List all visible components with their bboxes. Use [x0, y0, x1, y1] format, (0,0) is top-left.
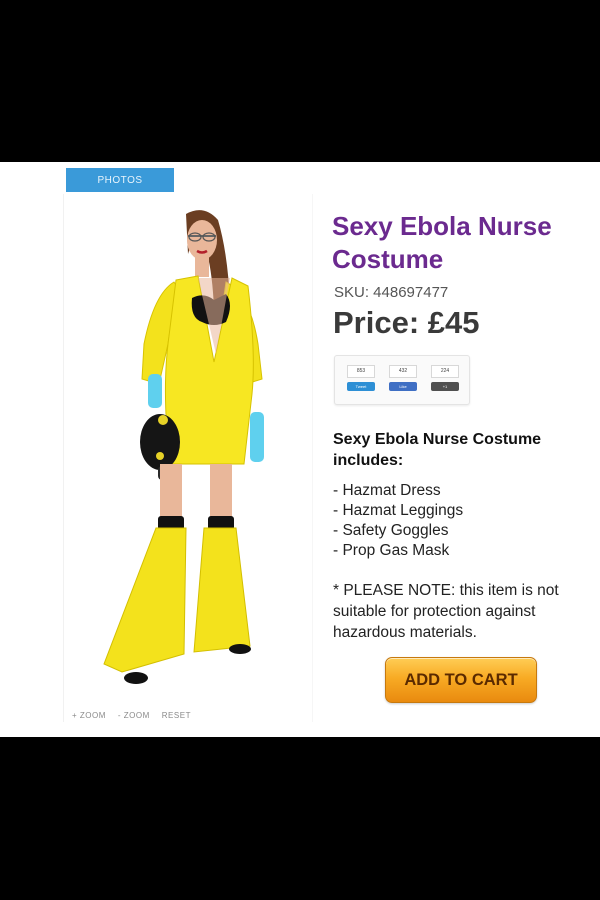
- photos-tab[interactable]: PHOTOS: [66, 168, 174, 192]
- google-plus-widget[interactable]: 224 +1: [431, 365, 459, 393]
- zoom-in-button[interactable]: + ZOOM: [72, 711, 106, 720]
- google-plus-count: 224: [431, 365, 459, 378]
- product-note: * PLEASE NOTE: this item is not suitable…: [333, 582, 559, 641]
- product-price: Price: £45: [333, 305, 480, 340]
- list-item: - Safety Goggles: [333, 522, 449, 539]
- twitter-count: 853: [347, 365, 375, 378]
- twitter-widget[interactable]: 853 Tweet: [347, 365, 375, 393]
- google-plus-icon[interactable]: +1: [431, 382, 459, 391]
- list-item: - Prop Gas Mask: [333, 542, 450, 559]
- costume-photo: [103, 210, 264, 684]
- add-to-cart-button[interactable]: ADD TO CART: [385, 657, 537, 703]
- facebook-icon[interactable]: Like: [389, 382, 417, 391]
- includes-list: - Hazmat Dress - Hazmat Leggings - Safet…: [333, 481, 463, 561]
- list-item: - Hazmat Dress: [333, 482, 441, 499]
- facebook-widget[interactable]: 432 Like: [389, 365, 417, 393]
- zoom-out-button[interactable]: - ZOOM: [118, 711, 150, 720]
- facebook-count: 432: [389, 365, 417, 378]
- product-image[interactable]: + ZOOM - ZOOM RESET: [63, 194, 313, 722]
- list-item: - Hazmat Leggings: [333, 502, 464, 519]
- reset-button[interactable]: RESET: [162, 711, 191, 720]
- includes-heading: Sexy Ebola Nurse Costume includes:: [333, 431, 542, 469]
- product-sku: SKU: 448697477: [334, 284, 449, 301]
- zoom-controls: + ZOOM - ZOOM RESET: [72, 711, 191, 720]
- social-share-box: 853 Tweet 432 Like 224 +1: [334, 355, 470, 405]
- product-title: Sexy Ebola Nurse Costume: [332, 211, 552, 274]
- twitter-icon[interactable]: Tweet: [347, 382, 375, 391]
- product-panel: PHOTOS + ZOOM - ZOOM RESET Sexy Ebola Nu…: [0, 162, 600, 737]
